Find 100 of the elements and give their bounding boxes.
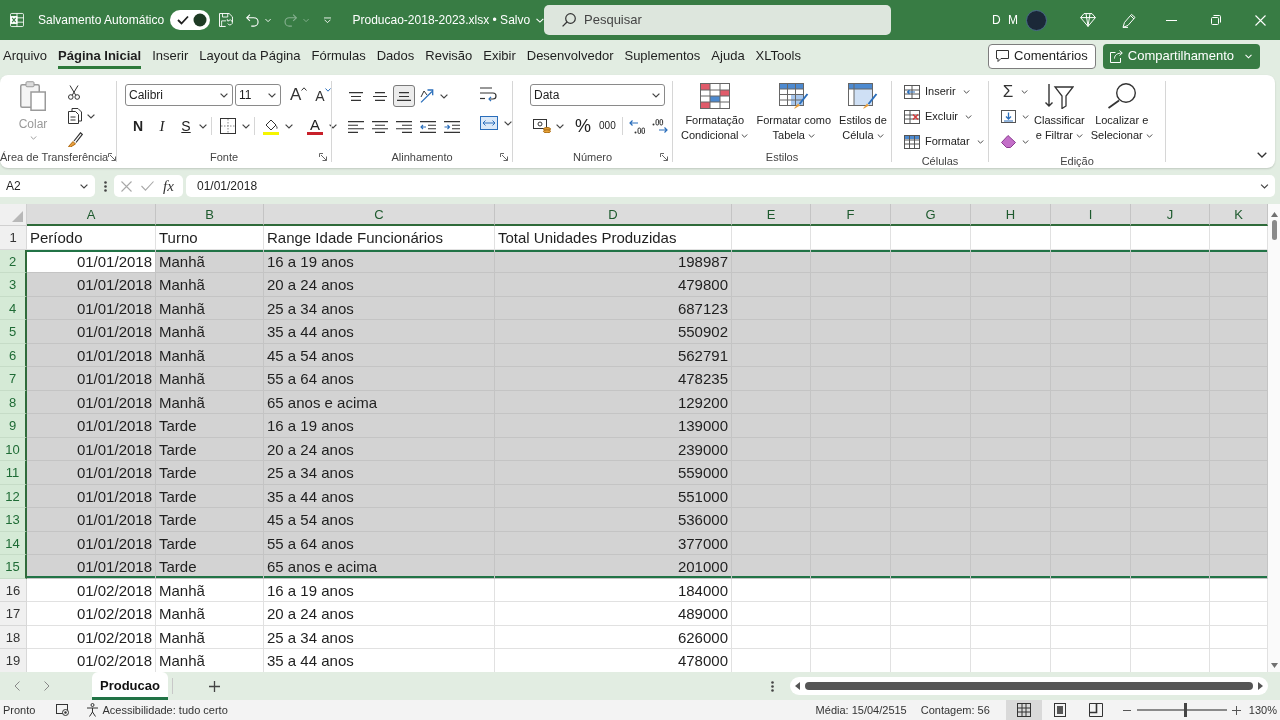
insert-function-button[interactable]: fx bbox=[163, 177, 174, 195]
caret-icon[interactable] bbox=[87, 113, 95, 119]
borders-icon[interactable] bbox=[220, 118, 236, 134]
scrollbar-thumb[interactable] bbox=[1271, 220, 1277, 240]
more-options-icon[interactable] bbox=[771, 680, 774, 692]
launcher-icon[interactable] bbox=[108, 153, 117, 162]
menu-tab[interactable]: Desenvolvedor bbox=[526, 43, 614, 69]
chevron-down-icon[interactable] bbox=[1257, 152, 1267, 158]
caret-icon[interactable] bbox=[440, 93, 448, 99]
search-field[interactable]: Pesquisar bbox=[544, 5, 891, 35]
orientation-icon[interactable] bbox=[420, 89, 436, 103]
row-header[interactable]: 12 bbox=[0, 484, 27, 508]
close-icon[interactable] bbox=[1255, 14, 1266, 26]
row-header[interactable]: 10 bbox=[0, 437, 27, 461]
autosum-button[interactable]: Σ bbox=[1001, 81, 1015, 102]
menu-tab[interactable]: Exibir bbox=[483, 43, 516, 69]
row-header[interactable]: 9 bbox=[0, 414, 27, 438]
comments-button[interactable]: Comentários bbox=[988, 43, 1096, 69]
undo-icon[interactable] bbox=[246, 12, 260, 28]
row-header[interactable]: 2 bbox=[0, 249, 27, 273]
cell-styles-button[interactable]: Estilos de Célula bbox=[837, 79, 889, 149]
accessibility-status[interactable]: Acessibilidade: tudo certo bbox=[102, 701, 228, 719]
quick-access-menu-icon[interactable] bbox=[323, 16, 331, 24]
column-header[interactable]: A bbox=[27, 204, 156, 226]
chevron-left-icon[interactable] bbox=[14, 681, 20, 691]
scroll-left-icon[interactable] bbox=[795, 682, 800, 690]
menu-tab[interactable]: Fórmulas bbox=[311, 43, 366, 69]
sheet-tab[interactable]: Producao bbox=[92, 672, 168, 700]
decrease-indent-icon[interactable] bbox=[420, 121, 436, 133]
format-cells-button[interactable]: Formatar bbox=[904, 130, 984, 153]
caret-icon[interactable] bbox=[285, 123, 293, 129]
column-header[interactable]: J bbox=[1131, 204, 1210, 226]
menu-tab[interactable]: Arquivo bbox=[3, 43, 48, 69]
column-header[interactable]: F bbox=[811, 204, 891, 226]
column-header[interactable]: K bbox=[1210, 204, 1268, 226]
row-header[interactable]: 7 bbox=[0, 367, 27, 391]
caret-icon[interactable] bbox=[242, 123, 250, 129]
row-header[interactable]: 17 bbox=[0, 602, 27, 626]
macro-record-icon[interactable] bbox=[56, 704, 70, 716]
autosave-toggle[interactable] bbox=[170, 10, 211, 30]
caret-icon[interactable] bbox=[504, 120, 512, 126]
wrap-text-icon[interactable] bbox=[480, 87, 498, 102]
pen-icon[interactable] bbox=[1122, 12, 1136, 28]
increase-decimal-icon[interactable] bbox=[628, 118, 645, 134]
row-header[interactable]: 16 bbox=[0, 578, 27, 602]
menu-tab[interactable]: Inserir bbox=[152, 43, 189, 69]
align-left-icon[interactable] bbox=[348, 121, 364, 133]
launcher-icon[interactable] bbox=[660, 153, 668, 162]
accessibility-icon[interactable] bbox=[86, 703, 100, 717]
copy-icon[interactable] bbox=[68, 108, 82, 124]
row-header[interactable]: 18 bbox=[0, 625, 27, 649]
eraser-icon[interactable] bbox=[1001, 135, 1016, 148]
align-right-icon[interactable] bbox=[396, 121, 412, 133]
delete-cells-button[interactable]: Excluir bbox=[904, 105, 984, 128]
column-header[interactable]: D bbox=[495, 204, 732, 226]
caret-icon[interactable] bbox=[652, 92, 660, 98]
caret-icon[interactable] bbox=[199, 123, 207, 129]
row-header[interactable]: 5 bbox=[0, 320, 27, 344]
caret-icon[interactable] bbox=[220, 92, 228, 98]
column-header[interactable]: G bbox=[891, 204, 971, 226]
insert-cells-button[interactable]: Inserir bbox=[904, 80, 984, 103]
row-header[interactable]: 8 bbox=[0, 390, 27, 414]
row-header[interactable]: 15 bbox=[0, 555, 27, 579]
percent-button[interactable]: % bbox=[575, 116, 591, 136]
user-avatar[interactable] bbox=[1026, 9, 1047, 31]
zoom-level[interactable]: 130% bbox=[1248, 701, 1277, 719]
check-icon[interactable] bbox=[141, 181, 154, 191]
menu-tab[interactable]: Layout da Página bbox=[199, 43, 301, 69]
column-header[interactable]: I bbox=[1051, 204, 1131, 226]
font-size-field[interactable]: 11 bbox=[235, 84, 281, 106]
sort-filter-button[interactable]: Classificar e Filtrar bbox=[1033, 79, 1086, 153]
zoom-in-icon[interactable] bbox=[1231, 705, 1241, 715]
caret-icon[interactable] bbox=[1260, 183, 1269, 189]
chevron-right-icon[interactable] bbox=[44, 681, 50, 691]
row-header[interactable]: 11 bbox=[0, 461, 27, 485]
merge-icon[interactable] bbox=[480, 116, 498, 130]
row-header[interactable]: 14 bbox=[0, 531, 27, 555]
increase-indent-icon[interactable] bbox=[444, 121, 460, 133]
bold-button[interactable]: N bbox=[130, 115, 146, 137]
menu-tab[interactable]: XLTools bbox=[755, 43, 801, 69]
italic-button[interactable]: I bbox=[154, 114, 170, 138]
caret-icon[interactable] bbox=[80, 183, 88, 189]
row-header[interactable]: 1 bbox=[0, 226, 27, 250]
save-icon[interactable] bbox=[219, 12, 234, 28]
format-as-table-button[interactable]: Formatar como Tabela bbox=[754, 79, 834, 149]
column-header[interactable]: E bbox=[732, 204, 811, 226]
diamond-icon[interactable] bbox=[1080, 13, 1096, 27]
menu-tab[interactable]: Ajuda bbox=[711, 43, 745, 69]
menu-tab[interactable]: Página Inicial bbox=[58, 43, 142, 69]
paintbrush-icon[interactable] bbox=[68, 132, 83, 147]
thousands-separator-button[interactable]: 000 bbox=[599, 116, 616, 136]
underline-button[interactable]: S bbox=[178, 115, 194, 137]
launcher-icon[interactable] bbox=[319, 153, 327, 162]
fill-down-icon[interactable] bbox=[1001, 110, 1016, 123]
fill-color-icon[interactable] bbox=[263, 117, 279, 135]
find-select-button[interactable]: Localizar e Selecionar bbox=[1089, 79, 1154, 153]
font-color-button[interactable]: A bbox=[307, 117, 323, 135]
grow-font-button[interactable]: A bbox=[290, 86, 308, 104]
column-header[interactable]: H bbox=[971, 204, 1051, 226]
scrollbar-thumb[interactable] bbox=[805, 682, 1253, 690]
